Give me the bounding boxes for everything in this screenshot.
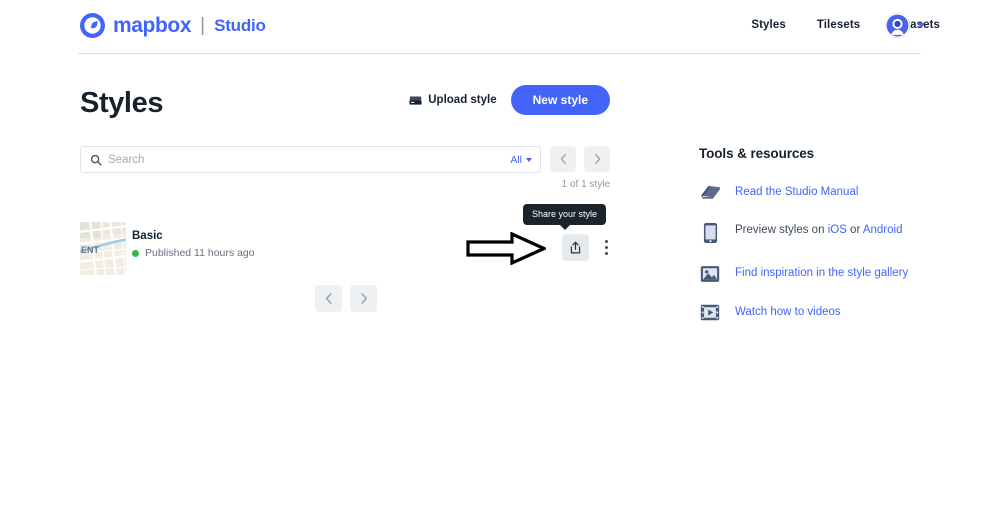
brand-product-name: Studio [214, 16, 266, 35]
kebab-menu-icon [604, 246, 608, 249]
account-menu[interactable] [885, 13, 925, 38]
upload-style-button[interactable]: Upload style [409, 94, 497, 106]
style-list-item[interactable]: ENT Basic Published 11 hours ago [80, 222, 610, 275]
top-header: mapbox | Studio Styles Tilesets Datasets [0, 0, 1000, 54]
nav-item-styles[interactable]: Styles [751, 19, 785, 31]
prev-page-button-top[interactable] [550, 146, 576, 172]
chevron-left-icon [560, 154, 566, 164]
chevron-down-icon[interactable] [917, 23, 925, 28]
nav-item-tilesets[interactable]: Tilesets [817, 19, 860, 31]
map-thumbnail-image: ENT [80, 222, 126, 275]
search-row: All 1 of 1 style [80, 146, 610, 190]
status-dot-icon [132, 249, 139, 257]
tools-and-resources-panel: Tools & resources Read the Studio Manual… [699, 146, 939, 341]
user-avatar-icon[interactable] [885, 13, 910, 38]
brand-name: mapbox [113, 14, 192, 37]
bottom-pagination [315, 285, 377, 312]
prev-page-button-bottom[interactable] [315, 285, 342, 312]
tool-row-style-gallery: Find inspiration in the style gallery [699, 264, 939, 283]
next-page-button-bottom[interactable] [350, 285, 377, 312]
style-thumbnail[interactable]: ENT [80, 222, 126, 275]
preview-styles-middle: or [846, 224, 863, 236]
tool-link-how-to-videos[interactable]: Watch how to videos [735, 303, 841, 321]
style-count-text: 1 of 1 style [561, 179, 610, 190]
preview-styles-prefix: Preview styles on [735, 224, 828, 236]
search-icon [90, 154, 102, 166]
page-title-actions: Upload style New style [409, 85, 610, 115]
image-gallery-icon [699, 264, 721, 283]
chevron-right-icon [594, 154, 600, 164]
style-row-actions [562, 234, 615, 261]
style-name: Basic [132, 230, 163, 242]
brand-separator: | [200, 15, 206, 36]
header-divider [78, 53, 921, 54]
style-status-text: Published 11 hours ago [145, 247, 255, 259]
style-status: Published 11 hours ago [132, 247, 255, 259]
share-tooltip: Share your style [523, 204, 607, 225]
style-options-menu-button[interactable] [597, 234, 615, 261]
tool-link-studio-manual[interactable]: Read the Studio Manual [735, 183, 858, 201]
next-page-button-top[interactable] [584, 146, 610, 172]
mapbox-logo-icon [80, 13, 105, 38]
video-film-icon [699, 303, 721, 321]
filter-all-label: All [510, 153, 522, 166]
brand-logo-link[interactable]: mapbox | Studio [80, 13, 266, 38]
tool-link-style-gallery[interactable]: Find inspiration in the style gallery [735, 264, 908, 282]
tool-row-preview-styles: Preview styles on iOS or Android [699, 221, 939, 244]
chevron-down-icon [526, 157, 532, 162]
share-style-button[interactable] [562, 234, 589, 261]
preview-ios-link[interactable]: iOS [828, 224, 847, 236]
tools-panel-title: Tools & resources [699, 146, 815, 161]
tool-row-how-to-videos: Watch how to videos [699, 303, 939, 321]
search-box[interactable]: All [80, 146, 541, 173]
chevron-left-icon [325, 293, 332, 304]
svg-text:ENT: ENT [81, 245, 100, 255]
style-meta: Basic Published 11 hours ago [132, 229, 255, 259]
kebab-menu-icon [604, 240, 608, 243]
share-icon [570, 241, 581, 253]
book-icon [699, 183, 721, 200]
kebab-menu-icon [604, 252, 608, 255]
page-title-row: Styles Upload style New style [80, 84, 610, 122]
new-style-button[interactable]: New style [510, 85, 610, 115]
mobile-phone-icon [699, 221, 721, 244]
search-input[interactable] [102, 153, 511, 166]
upload-drive-icon [409, 95, 422, 105]
preview-android-link[interactable]: Android [863, 224, 903, 236]
chevron-right-icon [360, 293, 367, 304]
tool-row-studio-manual: Read the Studio Manual [699, 183, 939, 201]
tool-link-preview-styles: Preview styles on iOS or Android [735, 221, 902, 239]
filter-all-dropdown[interactable]: All [510, 154, 532, 166]
upload-style-label: Upload style [428, 94, 497, 106]
top-pagination [550, 146, 610, 172]
